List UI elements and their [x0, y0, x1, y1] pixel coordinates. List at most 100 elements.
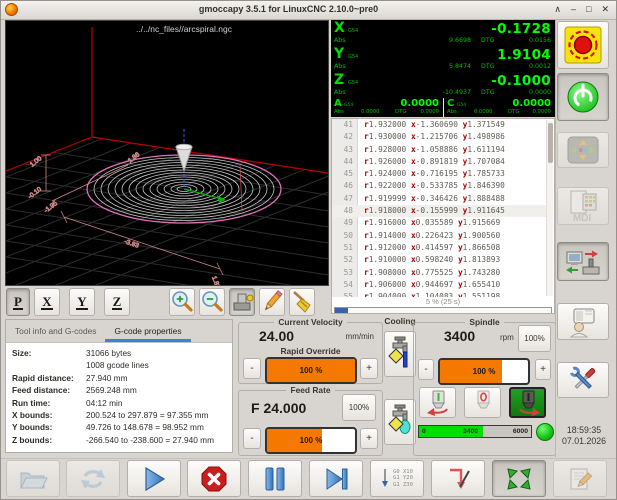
gcode-line[interactable]: 41r1.932000 x-1.360690 y1.371549: [332, 119, 547, 131]
spindle-plus-button[interactable]: +: [535, 359, 551, 380]
dro-ac-row: AG540.0000Abs0.0000DTG0.0000CG540.0000Ab…: [331, 98, 555, 117]
gcode-line[interactable]: 42r1.930000 x-1.215706 y1.498986: [332, 131, 547, 143]
rapid-minus-button[interactable]: -: [243, 358, 261, 379]
optional-blocks-button[interactable]: [431, 460, 485, 497]
feed-plus-button[interactable]: +: [360, 428, 378, 449]
spindle-reset-button[interactable]: 100%: [518, 325, 551, 352]
gcode-line[interactable]: 50r1.914000 x0.226423 y1.900560: [332, 230, 547, 242]
flood-coolant-button[interactable]: [384, 331, 416, 377]
tab-tool-info[interactable]: Tool info and G-codes: [6, 320, 105, 342]
gcode-scrollbar[interactable]: [546, 120, 553, 296]
settings-button[interactable]: [557, 362, 609, 398]
gcode-line-text: r1.906000 x0.944697 y1.655410: [357, 279, 500, 291]
feed-reset-button[interactable]: 100%: [342, 394, 376, 421]
gcode-list[interactable]: 41r1.932000 x-1.360690 y1.37154942r1.930…: [332, 119, 547, 297]
mode-auto-button[interactable]: [557, 242, 609, 281]
run-button[interactable]: [127, 460, 181, 497]
dim-label: 1.88: [210, 275, 221, 285]
run-from-line-button[interactable]: G0 X10 G1 Y20 G1 Z30: [370, 460, 424, 497]
zoom-out-button[interactable]: [199, 288, 225, 316]
app-icon: [5, 3, 18, 16]
mist-coolant-button[interactable]: [384, 399, 416, 445]
gcode-scrollbar-thumb[interactable]: [548, 123, 553, 163]
property-label: Z bounds:: [12, 434, 86, 446]
pencil-icon: [260, 289, 284, 315]
spindle-minus-button[interactable]: -: [418, 359, 434, 380]
minimize-button[interactable]: –: [571, 4, 576, 15]
tab-gcode-properties[interactable]: G-code properties: [105, 320, 190, 342]
gcode-line-text: r1.922000 x-0.533785 y1.846390: [357, 180, 505, 192]
gcode-line[interactable]: 48r1.918000 x-0.155999 y1.911645: [332, 205, 547, 217]
gcode-line[interactable]: 44r1.926000 x-0.891819 y1.707084: [332, 156, 547, 168]
reload-file-button[interactable]: [66, 460, 120, 497]
mode-mdi-button[interactable]: MDI: [557, 187, 609, 225]
gcode-line[interactable]: 53r1.908000 x0.775525 y1.743280: [332, 267, 547, 279]
dro-system-label: G54: [348, 28, 358, 34]
view-z-button[interactable]: Z: [104, 288, 130, 316]
feed-minus-button[interactable]: -: [243, 428, 261, 449]
clear-plot-button[interactable]: [289, 288, 315, 316]
gcode-line[interactable]: 51r1.912000 x0.414597 y1.866508: [332, 242, 547, 254]
open-file-button[interactable]: [6, 460, 60, 497]
fullscreen-button[interactable]: [492, 460, 546, 497]
rapid-override-slider[interactable]: 100 %: [265, 357, 357, 384]
abs-value: 0.0000: [361, 109, 380, 115]
gcode-line-number: 51: [332, 242, 357, 254]
dro-half-a: AG540.0000Abs0.0000DTG0.0000: [331, 98, 443, 117]
abs-label: Abs: [334, 109, 344, 115]
spindle-rpm-unit: rpm: [500, 333, 514, 342]
spindle-stop-button[interactable]: [464, 387, 501, 418]
property-label: X bounds:: [12, 409, 86, 421]
mode-manual-button[interactable]: [557, 132, 609, 168]
gcode-line-number: 45: [332, 168, 357, 180]
gcode-view[interactable]: 41r1.932000 x-1.360690 y1.37154942r1.930…: [331, 118, 555, 314]
dtg-label: DTG: [508, 109, 519, 115]
gcode-word-value: 1.930000: [369, 132, 407, 141]
gcode-word-value: 1.498986: [467, 132, 505, 141]
jog-pad-icon: [566, 135, 600, 165]
spindle-override-slider[interactable]: 100 %: [438, 358, 530, 385]
feed-override-slider[interactable]: 100 %: [265, 427, 357, 454]
edit-gcode-button[interactable]: [553, 460, 607, 497]
gcode-line[interactable]: 52r1.910000 x0.598240 y1.813893: [332, 254, 547, 266]
machine-on-button[interactable]: [557, 73, 609, 121]
velocity-unit: mm/min: [346, 332, 374, 341]
gcode-word-value: -1.058886: [416, 145, 458, 154]
gcode-line[interactable]: 54r1.906000 x0.944697 y1.655410: [332, 279, 547, 291]
spindle-ccw-button[interactable]: [419, 387, 456, 418]
play-icon: [141, 465, 167, 493]
toolpath-view-button[interactable]: [229, 288, 255, 316]
stop-button[interactable]: [187, 460, 241, 497]
gcode-line[interactable]: 46r1.922000 x-0.533785 y1.846390: [332, 180, 547, 192]
view-y-button[interactable]: Y: [69, 288, 95, 316]
run-progress-text: 5 % (25 s): [332, 297, 554, 306]
estop-button[interactable]: [557, 21, 609, 69]
close-button[interactable]: ✕: [601, 4, 609, 15]
gcode-line-text: r1.919999 x-0.346426 y1.888488: [357, 193, 505, 205]
dimensions-button[interactable]: [259, 288, 285, 316]
pause-button[interactable]: [248, 460, 302, 497]
zoom-in-button[interactable]: [169, 288, 195, 316]
gcode-line[interactable]: 45r1.924000 x-0.716195 y1.785733: [332, 168, 547, 180]
dtg-value: 0.0000: [420, 109, 439, 115]
gcode-word-value: 1.910000: [369, 255, 407, 264]
view-p-button[interactable]: P: [6, 288, 30, 316]
view-y-label: Y: [76, 295, 87, 310]
dro-panel[interactable]: XG54-0.1728Abs9.6698DTG0.0156YG541.9104A…: [331, 20, 555, 117]
setup-page-button[interactable]: [557, 303, 609, 340]
step-button[interactable]: [309, 460, 363, 497]
spindle-cw-button[interactable]: [509, 387, 546, 418]
shade-button[interactable]: ∧: [554, 4, 561, 15]
gremlin-preview[interactable]: 1.00 -0.10 -1.95 1.86 -3.83 1.88 ../../n…: [5, 20, 329, 286]
property-value: 200.524 to 297.879 = 97.355 mm: [86, 409, 208, 421]
dro-sub-line: Abs9.6698DTG0.0156: [331, 37, 555, 46]
gcode-line[interactable]: 47r1.919999 x-0.346426 y1.888488: [332, 193, 547, 205]
rapid-plus-button[interactable]: +: [360, 358, 378, 379]
view-x-button[interactable]: X: [34, 288, 60, 316]
edit-icon: [567, 466, 593, 492]
flood-icon: [387, 334, 413, 374]
maximize-button[interactable]: □: [586, 4, 591, 15]
gcode-properties-list: Size:31066 bytes1008 gcode linesRapid di…: [6, 343, 232, 450]
gcode-line[interactable]: 49r1.916000 x0.035589 y1.915669: [332, 217, 547, 229]
gcode-line[interactable]: 43r1.928000 x-1.058886 y1.611194: [332, 144, 547, 156]
